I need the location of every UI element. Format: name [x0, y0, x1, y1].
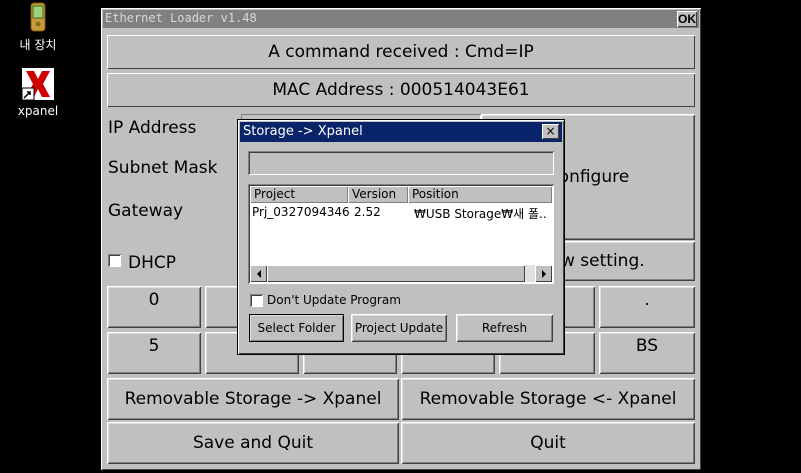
storage-to-xpanel-dialog: Storage -> Xpanel × Project Version Posi… [238, 120, 564, 354]
arrow-right-icon [541, 269, 546, 278]
ip-address-label: IP Address [108, 118, 197, 138]
refresh-button[interactable]: Refresh [456, 314, 553, 342]
project-update-button[interactable]: Project Update [351, 314, 447, 342]
scroll-left-button[interactable] [250, 265, 267, 282]
dialog-title: Storage -> Xpanel [243, 124, 363, 139]
key-5-label: 5 [148, 336, 160, 356]
arrow-left-icon [256, 269, 261, 278]
key-bs-label: BS [635, 336, 659, 356]
quit-label: Quit [530, 433, 566, 453]
status-panel: A command received : Cmd=IP [107, 35, 695, 69]
scroll-right-button[interactable] [535, 265, 552, 282]
column-header-project[interactable]: Project [250, 186, 348, 203]
select-folder-button[interactable]: Select Folder [249, 314, 344, 342]
key-dot-label: . [644, 290, 650, 310]
storage-to-xpanel-button[interactable]: Removable Storage -> Xpanel [107, 378, 399, 420]
project-list[interactable]: Project Version Position Prj_0327094346 … [248, 184, 554, 284]
save-and-quit-label: Save and Quit [192, 433, 314, 453]
dont-update-label: Don't Update Program [267, 293, 401, 307]
dhcp-checkbox[interactable] [108, 254, 121, 267]
subnet-mask-label: Subnet Mask [108, 158, 218, 178]
row-version: 2.52 [354, 205, 381, 219]
title-bar: Ethernet Loader v1.48 OK [103, 10, 699, 28]
status-text: A command received : Cmd=IP [268, 42, 534, 62]
key-0-button[interactable]: 0 [107, 286, 201, 328]
close-button[interactable]: × [542, 124, 559, 139]
desktop-icon-my-device[interactable]: 내 장치 [8, 2, 68, 53]
column-header-version[interactable]: Version [348, 186, 408, 203]
close-icon: × [545, 124, 556, 138]
dialog-path-field[interactable] [248, 151, 554, 175]
row-position: ₩USB Storage₩새 폴... [414, 207, 548, 221]
select-folder-label: Select Folder [257, 321, 336, 335]
quit-button[interactable]: Quit [401, 422, 695, 464]
mac-panel: MAC Address : 000514043E61 [107, 73, 695, 107]
xpanel-to-storage-label: Removable Storage <- Xpanel [419, 389, 677, 409]
dont-update-checkbox[interactable] [250, 294, 263, 307]
dhcp-label: DHCP [128, 253, 176, 273]
desktop-icon-xpanel[interactable]: xpanel [8, 68, 68, 118]
ok-button[interactable]: OK [677, 11, 697, 27]
window-title: Ethernet Loader v1.48 [105, 11, 257, 25]
column-header-position[interactable]: Position [408, 186, 552, 203]
key-5-button[interactable]: 5 [107, 332, 201, 374]
desktop-icon-label: xpanel [17, 104, 59, 118]
project-update-label: Project Update [354, 321, 444, 335]
key-0-label: 0 [148, 290, 160, 310]
scroll-thumb[interactable] [267, 265, 525, 282]
save-and-quit-button[interactable]: Save and Quit [107, 422, 399, 464]
storage-to-xpanel-label: Removable Storage -> Xpanel [124, 389, 382, 409]
desktop-icon-label: 내 장치 [19, 38, 57, 52]
dialog-title-bar: Storage -> Xpanel × [240, 122, 562, 142]
xpanel-to-storage-button[interactable]: Removable Storage <- Xpanel [401, 378, 695, 420]
key-dot-button[interactable]: . [599, 286, 695, 328]
pda-device-icon [30, 2, 46, 32]
gateway-label: Gateway [108, 201, 184, 221]
xpanel-app-icon [21, 68, 54, 101]
key-bs-button[interactable]: BS [599, 332, 695, 374]
view-setting-label: w setting. [561, 251, 645, 271]
horizontal-scrollbar[interactable] [250, 265, 552, 282]
row-project: Prj_0327094346 [252, 205, 350, 219]
refresh-label: Refresh [481, 321, 528, 335]
mac-address-text: MAC Address : 000514043E61 [272, 80, 530, 100]
